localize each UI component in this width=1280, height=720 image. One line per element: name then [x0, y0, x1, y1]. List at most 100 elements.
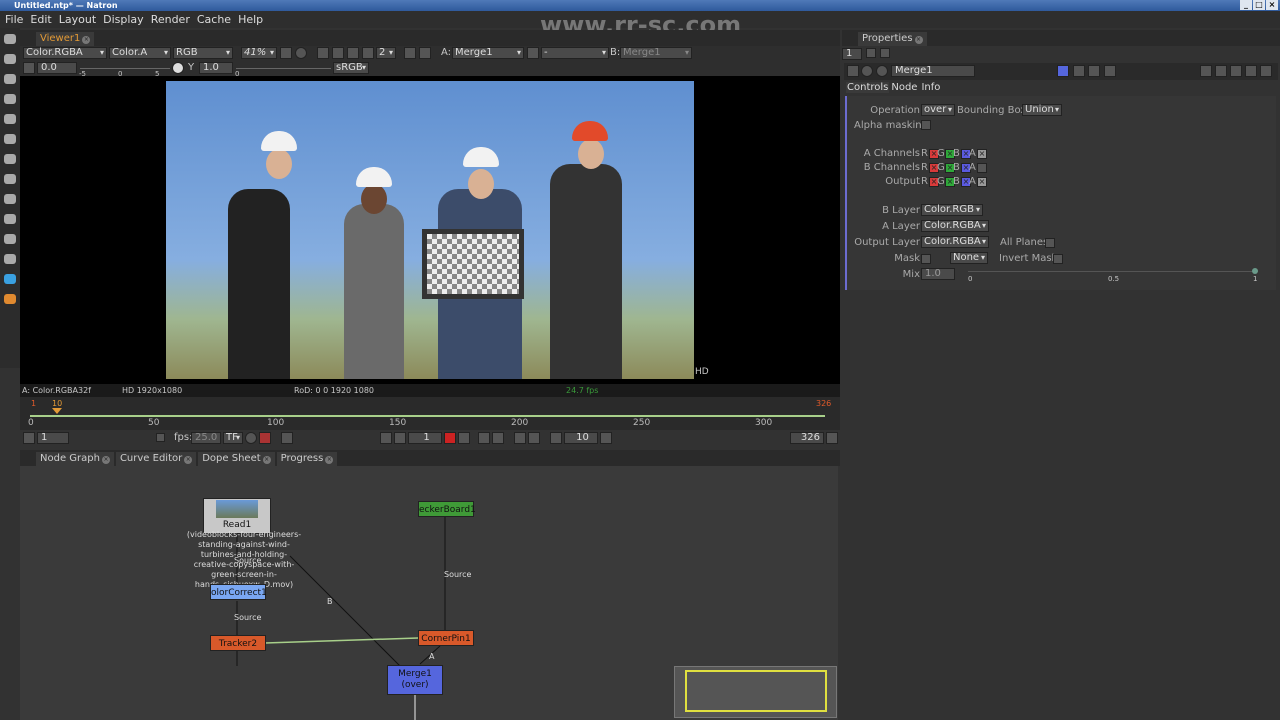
layer-dropdown[interactable]: Color.RGBA: [23, 47, 107, 59]
help-button[interactable]: [1200, 65, 1212, 77]
gamma-slider[interactable]: [236, 68, 331, 69]
menu-cache[interactable]: Cache: [197, 11, 231, 28]
previous-keyframe-button[interactable]: [514, 432, 526, 444]
a-layer-dropdown[interactable]: Color.RGBA: [921, 220, 989, 232]
plugin-tool-icon[interactable]: [4, 294, 16, 304]
transform-tool-icon[interactable]: [4, 194, 16, 204]
mix-slider-handle[interactable]: [1252, 268, 1258, 274]
current-frame-marker[interactable]: 10: [52, 399, 62, 408]
node-colorcorrect1[interactable]: olorCorrect1: [210, 584, 267, 600]
maximize-button[interactable]: □: [1253, 0, 1265, 10]
mix-field[interactable]: 1.0: [921, 268, 955, 280]
invert-mask-checkbox[interactable]: [1053, 254, 1063, 264]
lock-range-icon[interactable]: [281, 432, 293, 444]
minimap-viewport[interactable]: [685, 670, 827, 712]
node-checkerboard1[interactable]: eckerBoard1: [418, 501, 476, 517]
time-tool-icon[interactable]: [4, 74, 16, 84]
turbo-dropdown[interactable]: TF: [223, 432, 243, 444]
start-marker[interactable]: 1: [31, 399, 36, 408]
first-frame-button[interactable]: [380, 432, 392, 444]
channel-tool-icon[interactable]: [4, 94, 16, 104]
menu-render[interactable]: Render: [151, 11, 190, 28]
channel-checkbox[interactable]: ×: [977, 177, 987, 187]
tab-curve-editor[interactable]: Curve Editor ×: [115, 452, 197, 466]
input-b-dropdown[interactable]: Merge1: [620, 47, 692, 59]
menu-file[interactable]: File: [5, 11, 23, 28]
menu-display[interactable]: Display: [103, 11, 144, 28]
menu-layout[interactable]: Layout: [59, 11, 96, 28]
output-layer-dropdown[interactable]: Color.RGBA: [921, 236, 989, 248]
previous-frame-button[interactable]: [394, 432, 406, 444]
alpha-masking-checkbox[interactable]: [921, 120, 931, 130]
end-marker[interactable]: 326: [816, 399, 831, 408]
pause-icon[interactable]: [419, 47, 431, 59]
keyer-tool-icon[interactable]: [4, 154, 16, 164]
fps-field[interactable]: 25.0: [191, 432, 221, 444]
node-cornerpin1[interactable]: CornerPin1: [418, 630, 474, 646]
menu-edit[interactable]: Edit: [30, 11, 51, 28]
channel-checkbox[interactable]: ×: [977, 149, 987, 159]
colorspace-dropdown[interactable]: sRGB: [333, 62, 369, 74]
gain-field[interactable]: 0.0: [37, 62, 77, 74]
node-merge1[interactable]: Merge1 (over): [387, 665, 443, 695]
increment-field[interactable]: 10: [564, 432, 598, 444]
first-frame-field[interactable]: 1: [37, 432, 69, 444]
navigator-minimap[interactable]: [674, 666, 837, 718]
center-icon[interactable]: [295, 47, 307, 59]
paint-tool-icon[interactable]: [4, 54, 16, 64]
set-out-point-button[interactable]: [826, 432, 838, 444]
operator-dropdown[interactable]: -: [541, 47, 609, 59]
play-stop-button[interactable]: [444, 432, 456, 444]
tab-node-graph[interactable]: Node Graph ×: [36, 452, 114, 466]
gmic-tool-icon[interactable]: [4, 254, 16, 264]
render-icon[interactable]: [259, 432, 271, 444]
close-node-button[interactable]: [1260, 65, 1272, 77]
current-frame-field[interactable]: 1: [408, 432, 442, 444]
roi-icon[interactable]: [317, 47, 329, 59]
b-layer-dropdown[interactable]: Color.RGB: [921, 204, 983, 216]
clear-panels-button[interactable]: [866, 48, 876, 58]
refresh-icon[interactable]: [404, 47, 416, 59]
filter-tool-icon[interactable]: [4, 134, 16, 144]
gamma-field[interactable]: 1.0: [199, 62, 233, 74]
node-read1[interactable]: Read1: [203, 498, 271, 534]
gain-slider[interactable]: [80, 68, 170, 69]
gain-toggle-icon[interactable]: [23, 62, 35, 74]
max-panels-field[interactable]: 1: [842, 48, 862, 60]
minimize-node-button[interactable]: [1230, 65, 1242, 77]
node-graph-canvas[interactable]: Read1 (videoblocks-four-engineers-standi…: [20, 466, 838, 720]
node-tracker2[interactable]: Tracker2: [210, 635, 266, 651]
close-button[interactable]: ×: [1266, 0, 1278, 10]
bbox-dropdown[interactable]: Union: [1022, 104, 1062, 116]
float-button[interactable]: [1215, 65, 1227, 77]
views-tool-icon[interactable]: [4, 214, 16, 224]
all-planes-checkbox[interactable]: [1045, 238, 1055, 248]
skip-back-button[interactable]: [550, 432, 562, 444]
merge-tool-icon[interactable]: [4, 174, 16, 184]
tab-controls[interactable]: Controls: [846, 82, 890, 93]
alpha-dropdown[interactable]: Color.A: [109, 47, 171, 59]
set-in-point-button[interactable]: [23, 432, 35, 444]
mask-checkbox[interactable]: [921, 254, 931, 264]
mix-slider[interactable]: [968, 268, 1258, 274]
minimize-panels-button[interactable]: [880, 48, 890, 58]
display-channels-dropdown[interactable]: RGB: [173, 47, 233, 59]
tab-node[interactable]: Node: [889, 82, 919, 93]
color-tool-icon[interactable]: [4, 114, 16, 124]
tab-viewer1[interactable]: Viewer1 ×: [36, 32, 95, 46]
tab-info[interactable]: Info: [919, 82, 942, 93]
play-forward-button[interactable]: [492, 432, 504, 444]
fps-checkbox[interactable]: [156, 433, 165, 442]
operation-dropdown[interactable]: over: [921, 104, 955, 116]
3d-tool-icon[interactable]: [4, 274, 16, 284]
channel-checkbox[interactable]: [977, 163, 987, 173]
realtime-icon[interactable]: [245, 432, 257, 444]
playhead-icon[interactable]: [52, 408, 62, 414]
center-node-icon[interactable]: [876, 65, 888, 77]
last-frame-button[interactable]: [458, 432, 470, 444]
undo-button[interactable]: [1073, 65, 1085, 77]
views-dropdown[interactable]: 2: [376, 47, 396, 59]
restore-defaults-button[interactable]: [1104, 65, 1116, 77]
input-a-dropdown[interactable]: Merge1: [452, 47, 524, 59]
last-frame-field[interactable]: 326: [790, 432, 824, 444]
